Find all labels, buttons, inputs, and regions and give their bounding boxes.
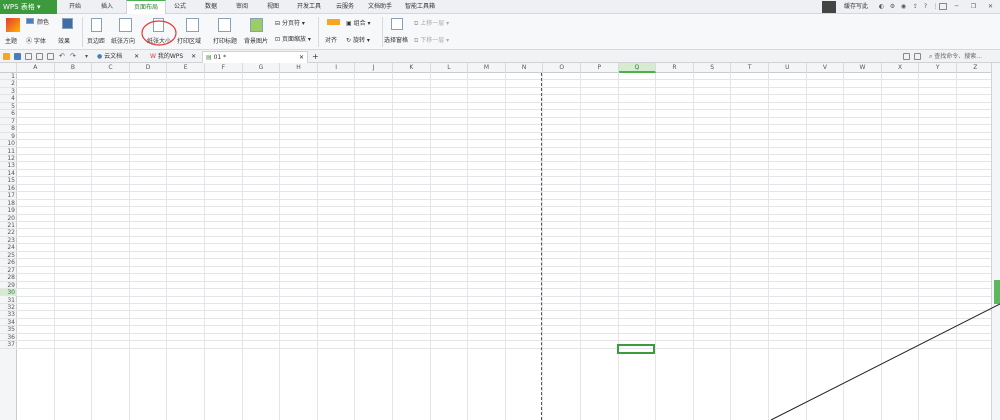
wps-window: WPS 表格 ▾ 开始 插入 页面布局 公式 数据 审阅 视图 开发工具 云服务… [0, 0, 1000, 420]
diagonal-overlay-line [770, 303, 1000, 420]
